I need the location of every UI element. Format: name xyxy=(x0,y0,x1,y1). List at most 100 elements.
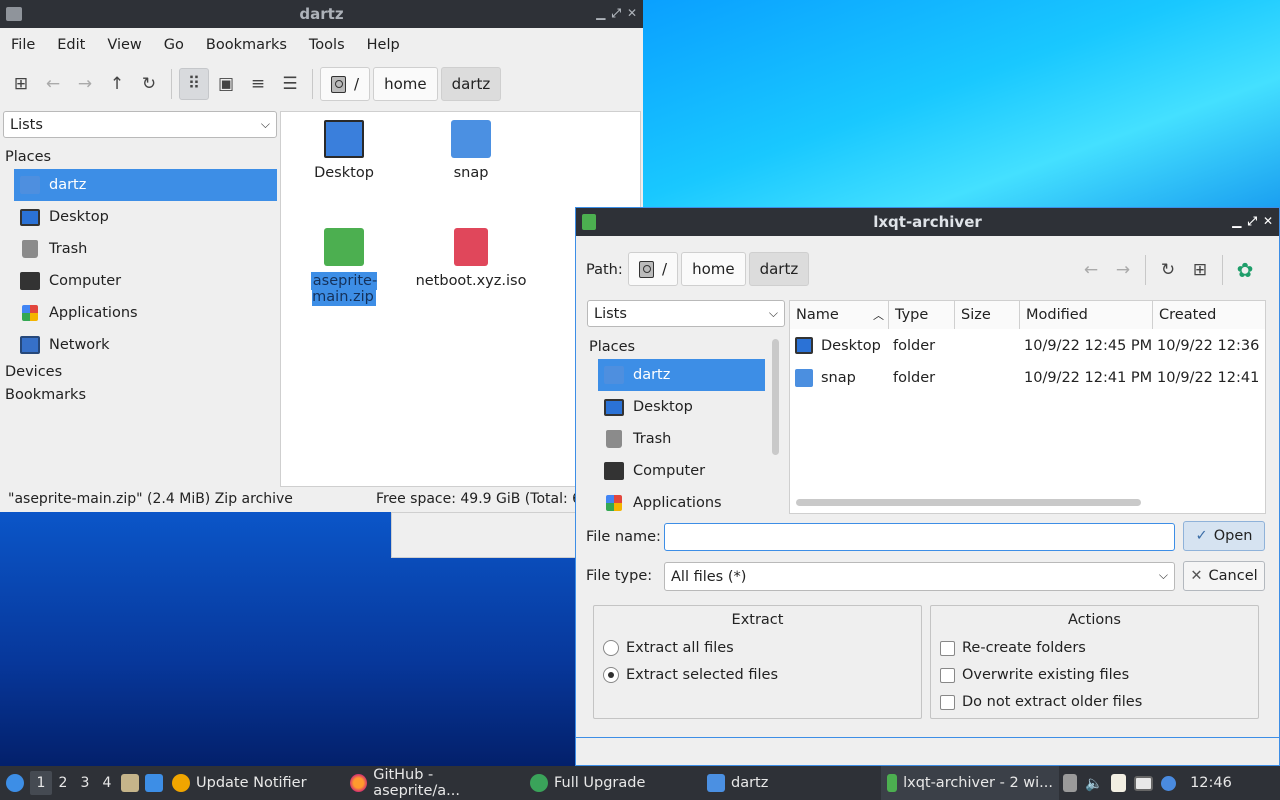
filename-input[interactable] xyxy=(664,523,1175,551)
sidebar-item-applications[interactable]: Applications xyxy=(598,487,765,519)
maximize-icon[interactable]: ⤢ xyxy=(1247,214,1257,229)
column-header-type[interactable]: Type xyxy=(889,301,955,329)
cancel-button[interactable]: ✕ Cancel xyxy=(1183,561,1265,591)
new-folder-icon[interactable]: ⊞ xyxy=(1185,254,1215,286)
dialog-sidepane-mode-select[interactable]: Lists ⌵ xyxy=(587,300,785,327)
crumb-root[interactable]: / xyxy=(320,67,371,101)
tray-notes[interactable] xyxy=(1107,766,1130,800)
menu-help[interactable]: Help xyxy=(356,37,411,53)
quicklaunch-desktop[interactable] xyxy=(142,766,166,800)
icon-view-icon[interactable]: ⠿ xyxy=(179,68,209,100)
bookmarks-header[interactable]: Bookmarks xyxy=(5,387,86,403)
column-header-modified[interactable]: Modified xyxy=(1020,301,1153,329)
workspace-3[interactable]: 3 xyxy=(74,771,96,795)
forward-arrow-icon[interactable]: → xyxy=(1108,254,1138,286)
open-button[interactable]: ✓ Open xyxy=(1183,521,1265,551)
thumbnail-view-icon[interactable]: ▣ xyxy=(211,68,241,100)
menu-file[interactable]: File xyxy=(0,37,46,53)
options-gear-icon[interactable]: ✿ xyxy=(1230,254,1260,286)
menu-tools[interactable]: Tools xyxy=(298,37,356,53)
file-item-aseprite-zip[interactable]: aseprite-main.zip xyxy=(279,228,409,306)
filetype-select[interactable]: All files (*) ⌵ xyxy=(664,562,1175,591)
extract-all-radio[interactable]: Extract all files xyxy=(603,640,734,656)
overwrite-existing-checkbox[interactable]: Overwrite existing files xyxy=(940,667,1129,683)
maximize-icon[interactable]: ⤢ xyxy=(611,6,621,21)
column-header-name[interactable]: Name ︿ xyxy=(790,301,889,329)
tray-network[interactable] xyxy=(1130,766,1157,800)
workspace-1[interactable]: 1 xyxy=(30,771,52,795)
sidebar-item-dartz[interactable]: dartz xyxy=(598,359,765,391)
sidebar-item-trash[interactable]: Trash xyxy=(14,233,277,265)
cell-text: snap xyxy=(821,370,856,386)
crumb-dartz[interactable]: dartz xyxy=(440,67,502,101)
crumb-dartz[interactable]: dartz xyxy=(748,252,810,286)
applications-icon xyxy=(606,495,622,511)
menu-edit[interactable]: Edit xyxy=(46,37,96,53)
recreate-folders-checkbox[interactable]: Re-create folders xyxy=(940,640,1086,656)
clock[interactable]: 12:46 xyxy=(1180,766,1238,800)
start-menu-button[interactable] xyxy=(0,766,30,800)
task-dartz[interactable]: dartz xyxy=(701,766,881,800)
sidebar-item-trash[interactable]: Trash xyxy=(598,423,765,455)
fm-titlebar[interactable]: dartz ▁ ⤢ ✕ xyxy=(0,0,643,28)
column-header-created[interactable]: Created xyxy=(1153,301,1265,329)
crumb-home[interactable]: home xyxy=(373,67,438,101)
detailed-list-view-icon[interactable]: ☰ xyxy=(275,68,305,100)
task-github-browser[interactable]: GitHub - aseprite/a... xyxy=(344,766,524,800)
folder-icon xyxy=(707,774,725,792)
quicklaunch-files[interactable] xyxy=(118,766,142,800)
table-row[interactable]: snap folder 10/9/22 12:41 PM 10/9/22 12:… xyxy=(790,363,1265,395)
sidebar-item-desktop[interactable]: Desktop xyxy=(14,201,277,233)
extract-group-title: Extract xyxy=(731,612,784,628)
task-update-notifier[interactable]: Update Notifier xyxy=(166,766,344,800)
reload-icon[interactable]: ↻ xyxy=(1153,254,1183,286)
devices-header[interactable]: Devices xyxy=(5,364,62,380)
fm-menubar: File Edit View Go Bookmarks Tools Help xyxy=(0,30,643,60)
sidebar-item-applications[interactable]: Applications xyxy=(14,297,277,329)
file-manager-window: dartz ▁ ⤢ ✕ File Edit View Go Bookmarks To… xyxy=(0,0,643,512)
minimize-icon[interactable]: ▁ xyxy=(1232,214,1241,229)
file-list-view[interactable]: Name ︿ Type Size Modified Created Desktop… xyxy=(789,300,1266,514)
file-item-snap[interactable]: snap xyxy=(406,120,536,181)
sidebar-item-dartz[interactable]: dartz xyxy=(14,169,277,201)
close-icon[interactable]: ✕ xyxy=(627,6,637,21)
file-item-netboot-iso[interactable]: netboot.xyz.iso xyxy=(406,228,536,289)
horizontal-scrollbar[interactable] xyxy=(796,499,1141,506)
sidebar-item-desktop[interactable]: Desktop xyxy=(598,391,765,423)
crumb-home[interactable]: home xyxy=(681,252,746,286)
sidebar-scrollbar[interactable] xyxy=(772,339,779,455)
workspace-2[interactable]: 2 xyxy=(52,771,74,795)
task-lxqt-archiver[interactable]: lxqt-archiver - 2 wi... xyxy=(881,766,1059,800)
back-arrow-icon[interactable]: ← xyxy=(1076,254,1106,286)
task-full-upgrade[interactable]: Full Upgrade xyxy=(524,766,701,800)
sidebar-item-computer[interactable]: Computer xyxy=(14,265,277,297)
menu-view[interactable]: View xyxy=(96,37,152,53)
tray-updates[interactable] xyxy=(1157,766,1180,800)
notes-icon xyxy=(1111,774,1127,792)
menu-go[interactable]: Go xyxy=(153,37,195,53)
skip-older-checkbox[interactable]: Do not extract older files xyxy=(940,694,1142,710)
dialog-titlebar[interactable]: lxqt-archiver ▁ ⤢ ✕ xyxy=(576,208,1279,236)
desktop-icon xyxy=(795,337,813,354)
menu-bookmarks[interactable]: Bookmarks xyxy=(195,37,298,53)
fm-sidepane-mode-select[interactable]: Lists ⌵ xyxy=(3,111,277,138)
file-item-desktop[interactable]: Desktop xyxy=(279,120,409,181)
new-tab-icon[interactable]: ⊞ xyxy=(6,68,36,100)
task-label: lxqt-archiver - 2 wi... xyxy=(903,775,1053,791)
sidebar-item-network[interactable]: Network xyxy=(14,329,277,361)
crumb-root[interactable]: / xyxy=(628,252,679,286)
table-row[interactable]: Desktop folder 10/9/22 12:45 PM 10/9/22 … xyxy=(790,331,1265,363)
compact-view-icon[interactable]: ≡ xyxy=(243,68,273,100)
minimize-icon[interactable]: ▁ xyxy=(596,6,605,21)
close-icon[interactable]: ✕ xyxy=(1263,214,1273,229)
tray-volume[interactable]: 🔈 xyxy=(1081,766,1107,800)
back-arrow-icon[interactable]: ← xyxy=(38,68,68,100)
extract-selected-radio[interactable]: Extract selected files xyxy=(603,667,778,683)
column-header-size[interactable]: Size xyxy=(955,301,1020,329)
reload-icon[interactable]: ↻ xyxy=(134,68,164,100)
sidebar-item-computer[interactable]: Computer xyxy=(598,455,765,487)
workspace-4[interactable]: 4 xyxy=(96,771,118,795)
tray-clipboard[interactable] xyxy=(1059,766,1081,800)
up-arrow-icon[interactable]: ↑ xyxy=(102,68,132,100)
forward-arrow-icon[interactable]: → xyxy=(70,68,100,100)
